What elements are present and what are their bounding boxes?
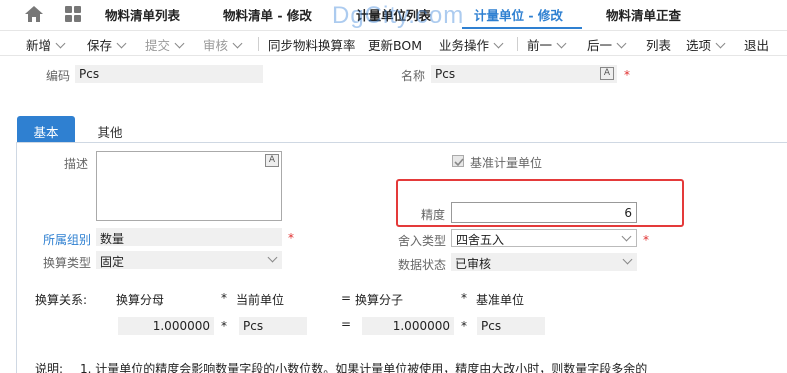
code-label: 编码 — [46, 69, 71, 83]
chevron-down-icon — [493, 38, 504, 49]
update-bom-button[interactable]: 更新BOM — [368, 35, 422, 54]
rounding-label: 舍入类型 — [398, 234, 447, 248]
business-ops-button[interactable]: 业务操作 — [439, 35, 504, 54]
next-button[interactable]: 后一 — [587, 35, 627, 54]
multilang-icon[interactable]: A — [600, 67, 614, 80]
required-marker: * — [643, 233, 649, 247]
tab-bom-forward-query[interactable]: 物料清单正查 — [606, 5, 681, 27]
chevron-down-icon — [622, 254, 633, 265]
audit-button[interactable]: 审核 — [203, 35, 243, 54]
multiply-sign: * — [461, 319, 467, 333]
active-tab-indicator — [462, 27, 582, 29]
chevron-down-icon — [556, 38, 567, 49]
base-unit-checkbox[interactable] — [452, 155, 464, 167]
app-grid-icon[interactable] — [64, 5, 82, 23]
chevron-down-icon — [267, 252, 278, 263]
chevron-down-icon — [616, 38, 627, 49]
name-label: 名称 — [401, 69, 426, 83]
denominator-label: 换算分母 — [116, 293, 165, 307]
data-status-select[interactable]: 已审核 — [451, 253, 637, 271]
tab-panel-border — [16, 142, 787, 143]
chevron-down-icon — [232, 38, 243, 49]
current-unit-label: 当前单位 — [236, 293, 285, 307]
precision-input[interactable]: 6 — [451, 202, 637, 223]
name-field[interactable]: Pcs — [431, 65, 617, 83]
prev-button[interactable]: 前一 — [527, 35, 567, 54]
numerator-label: 换算分子 — [355, 293, 404, 307]
chevron-down-icon — [116, 38, 127, 49]
precision-label: 精度 — [421, 208, 446, 222]
multiply-sign: * — [221, 291, 227, 305]
base-unit-col-label: 基准单位 — [476, 293, 525, 307]
conversion-type-label: 换算类型 — [43, 256, 92, 270]
exit-button[interactable]: 退出 — [744, 35, 769, 54]
base-unit-field[interactable]: Pcs — [477, 317, 545, 335]
rounding-value: 四舍五入 — [456, 233, 505, 247]
data-status-value: 已审核 — [455, 257, 492, 271]
subtab-other[interactable]: 其他 — [84, 116, 136, 143]
multiply-sign: * — [461, 291, 467, 305]
conversion-type-select[interactable]: 固定 — [96, 251, 282, 269]
conversion-relation-label: 换算关系: — [35, 293, 88, 307]
note-label: 说明: — [35, 362, 64, 373]
tab-unit-list[interactable]: 计量单位列表 — [356, 5, 431, 27]
group-field[interactable]: 数量 — [96, 228, 282, 246]
tab-unit-edit[interactable]: 计量单位 - 修改 — [474, 5, 563, 27]
chevron-down-icon — [621, 231, 632, 242]
code-field[interactable]: Pcs — [75, 65, 263, 83]
submit-button[interactable]: 提交 — [145, 35, 185, 54]
options-button[interactable]: 选项 — [686, 35, 726, 54]
group-label[interactable]: 所属组别 — [43, 231, 91, 248]
tab-bom-edit[interactable]: 物料清单 - 修改 — [223, 5, 312, 27]
note-text: 1. 计量单位的精度会影响数量字段的小数位数。如果计量单位被使用，精度由大改小时… — [80, 362, 648, 373]
home-icon[interactable] — [24, 5, 44, 23]
denominator-field[interactable]: 1.000000 — [118, 317, 214, 335]
multiply-sign: * — [221, 319, 227, 333]
header-section: 编码 Pcs 名称 Pcs A * — [0, 56, 787, 108]
save-button[interactable]: 保存 — [87, 35, 127, 54]
multilang-icon[interactable]: A — [265, 154, 279, 167]
list-button[interactable]: 列表 — [646, 35, 671, 54]
data-status-label: 数据状态 — [398, 258, 447, 272]
toolbar-divider — [517, 37, 518, 51]
top-tab-bar: 物料清单列表 物料清单 - 修改 计量单位列表 计量单位 - 修改 物料清单正查… — [0, 0, 787, 30]
required-marker: * — [288, 231, 294, 245]
current-unit-field[interactable]: Pcs — [239, 317, 307, 335]
description-label: 描述 — [64, 157, 89, 171]
tab-panel-border-left — [16, 142, 17, 373]
base-unit-label: 基准计量单位 — [470, 156, 543, 170]
equals-sign: = — [341, 291, 352, 305]
chevron-down-icon — [174, 38, 185, 49]
numerator-field[interactable]: 1.000000 — [362, 317, 454, 335]
toolbar-divider — [258, 37, 259, 51]
tab-bom-list[interactable]: 物料清单列表 — [105, 5, 180, 27]
description-textarea[interactable] — [96, 151, 282, 221]
sync-conversion-button[interactable]: 同步物料换算率 — [268, 35, 356, 54]
new-button[interactable]: 新增 — [26, 35, 66, 54]
chevron-down-icon — [715, 38, 726, 49]
rounding-select[interactable]: 四舍五入 — [451, 229, 637, 247]
chevron-down-icon — [55, 38, 66, 49]
checkmark-icon — [454, 158, 464, 167]
toolbar: 新增 保存 提交 审核 同步物料换算率 更新BOM 业务操作 前一 后一 列表 … — [0, 30, 787, 56]
equals-sign: = — [341, 317, 352, 331]
required-marker: * — [624, 68, 630, 82]
subtab-basic[interactable]: 基本 — [17, 116, 75, 143]
conversion-type-value: 固定 — [100, 255, 125, 269]
